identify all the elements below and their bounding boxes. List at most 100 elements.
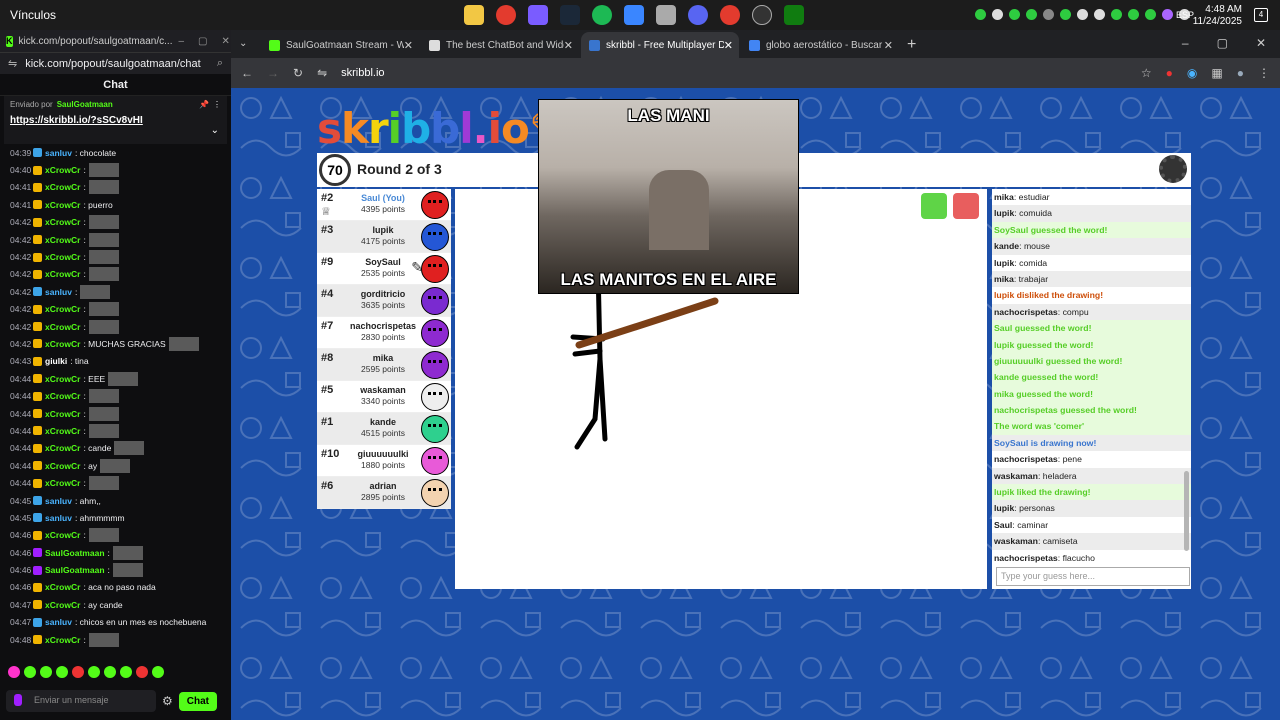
message-username[interactable]: sanluv xyxy=(45,148,72,158)
pinned-user[interactable]: SaulGoatmaan xyxy=(57,100,113,109)
extension-icon[interactable]: ● xyxy=(1166,66,1173,80)
message-username[interactable]: xCrowCr xyxy=(45,391,80,401)
extensions-icon[interactable]: ▦ xyxy=(1211,66,1222,80)
emote-bar[interactable] xyxy=(0,662,231,682)
discord-icon[interactable] xyxy=(688,5,708,25)
message-username[interactable]: SaulGoatmaan xyxy=(45,565,105,575)
player-row[interactable]: #1 kande 4515 points xyxy=(317,413,451,445)
message-username[interactable]: sanluv xyxy=(45,496,72,506)
xbox-icon[interactable] xyxy=(784,5,804,25)
thumbs-up-icon[interactable] xyxy=(921,193,947,219)
player-row[interactable]: #7 nachocrispetas 2830 points xyxy=(317,317,451,349)
vinculos-label[interactable]: Vínculos xyxy=(10,8,56,22)
language-indicator[interactable]: ESP xyxy=(1176,10,1194,20)
browser-tab[interactable]: skribbl - Free Multiplayer Draw✕ xyxy=(581,32,739,58)
player-row[interactable]: #2 Saul (You) 4395 points ♕ xyxy=(317,189,451,221)
url-text[interactable]: skribbl.io xyxy=(341,67,384,79)
message-username[interactable]: xCrowCr xyxy=(45,443,80,453)
message-username[interactable]: xCrowCr xyxy=(45,182,80,192)
message-input[interactable]: Enviar un mensaje xyxy=(6,690,156,712)
chrome-icon[interactable] xyxy=(496,5,516,25)
thumbs-down-icon[interactable] xyxy=(953,193,979,219)
new-tab-button[interactable]: + xyxy=(907,36,916,54)
message-username[interactable]: xCrowCr xyxy=(45,635,80,645)
message-username[interactable]: xCrowCr xyxy=(45,582,80,592)
chrome-active-icon[interactable] xyxy=(720,5,740,25)
close-icon[interactable]: ✕ xyxy=(222,36,230,47)
message-username[interactable]: sanluv xyxy=(45,617,72,627)
spotify-icon[interactable] xyxy=(592,5,612,25)
message-username[interactable]: xCrowCr xyxy=(45,409,80,419)
chat-scrollbar[interactable] xyxy=(1184,189,1189,559)
reload-icon[interactable]: ↻ xyxy=(293,66,303,80)
minimize-icon[interactable]: – xyxy=(178,36,184,47)
player-row[interactable]: #4 gorditricio 3635 points xyxy=(317,285,451,317)
message-username[interactable]: xCrowCr xyxy=(45,217,80,227)
close-icon[interactable]: ✕ xyxy=(1256,36,1266,50)
player-row[interactable]: #8 mika 2595 points xyxy=(317,349,451,381)
maximize-icon[interactable]: ▢ xyxy=(198,36,207,47)
message-username[interactable]: xCrowCr xyxy=(45,235,80,245)
browser-tab[interactable]: SaulGoatmaan Stream - W ✕ xyxy=(261,32,419,58)
chat-scroll-thumb[interactable] xyxy=(1184,471,1189,551)
message-username[interactable]: sanluv xyxy=(45,287,72,297)
site-info-icon[interactable]: ⇋ xyxy=(317,66,327,80)
guess-input[interactable]: Type your guess here... xyxy=(996,567,1190,586)
message-username[interactable]: xCrowCr xyxy=(45,252,80,262)
message-username[interactable]: xCrowCr xyxy=(45,426,80,436)
message-username[interactable]: sanluv xyxy=(45,513,72,523)
obs-icon[interactable] xyxy=(752,5,772,25)
browser-tab[interactable]: The best ChatBot and Widgets✕ xyxy=(421,32,579,58)
message-username[interactable]: giulki xyxy=(45,356,67,366)
back-icon[interactable]: ← xyxy=(241,66,253,80)
menu-icon[interactable]: ⋮ xyxy=(1258,66,1270,80)
mic-icon[interactable] xyxy=(14,694,22,706)
system-tray[interactable] xyxy=(975,9,1190,20)
message-username[interactable]: xCrowCr xyxy=(45,304,80,314)
message-username[interactable]: xCrowCr xyxy=(45,269,80,279)
player-row[interactable]: #9 SoySaul 2535 points ✎ xyxy=(317,253,451,285)
bookmark-star-icon[interactable]: ☆ xyxy=(1141,66,1152,80)
message-username[interactable]: xCrowCr xyxy=(45,200,80,210)
browser-tab[interactable]: globo aerostático - Buscar con✕ xyxy=(741,32,899,58)
settings-gear-icon[interactable] xyxy=(1159,155,1187,183)
tab-close-icon[interactable]: ✕ xyxy=(884,39,893,52)
tab-close-icon[interactable]: ✕ xyxy=(404,39,413,52)
store-icon[interactable] xyxy=(624,5,644,25)
pin-icon[interactable]: 📌 xyxy=(199,100,209,109)
extension-icon[interactable]: ◉ xyxy=(1187,66,1197,80)
search-icon[interactable]: ⌕ xyxy=(217,57,223,70)
notification-icon[interactable]: 4 xyxy=(1254,8,1268,22)
clock[interactable]: 4:48 AM 11/24/2025 xyxy=(1193,4,1242,28)
app-icon[interactable] xyxy=(656,5,676,25)
minimize-icon[interactable]: – xyxy=(1182,36,1189,50)
message-username[interactable]: xCrowCr xyxy=(45,165,80,175)
site-info-icon[interactable]: ⇋ xyxy=(8,57,17,70)
player-row[interactable]: #5 waskaman 3340 points xyxy=(317,381,451,413)
forward-icon[interactable]: → xyxy=(267,66,279,80)
profile-avatar-icon[interactable]: ● xyxy=(1237,66,1244,80)
chat-button[interactable]: Chat xyxy=(178,691,217,711)
steam-icon[interactable] xyxy=(560,5,580,25)
maximize-icon[interactable]: ▢ xyxy=(1217,36,1228,50)
chevron-down-icon[interactable]: ⌄ xyxy=(211,125,219,136)
message-username[interactable]: xCrowCr xyxy=(45,478,80,488)
message-username[interactable]: xCrowCr xyxy=(45,530,80,540)
tab-close-icon[interactable]: ✕ xyxy=(724,39,733,52)
message-username[interactable]: xCrowCr xyxy=(45,600,80,610)
copilot-icon[interactable] xyxy=(528,5,548,25)
popout-window-controls[interactable]: – ▢ ✕ xyxy=(178,36,229,47)
player-row[interactable]: #10 giuuuuuulki 1880 points xyxy=(317,445,451,477)
tab-search-icon[interactable]: ⌄ xyxy=(239,38,247,49)
file-explorer-icon[interactable] xyxy=(464,5,484,25)
message-username[interactable]: SaulGoatmaan xyxy=(45,548,105,558)
pinned-link[interactable]: https://skribbl.io/?sSCv8vHI xyxy=(10,115,221,126)
player-row[interactable]: #3 lupik 4175 points xyxy=(317,221,451,253)
player-row[interactable]: #6 adrian 2895 points xyxy=(317,477,451,509)
message-username[interactable]: xCrowCr xyxy=(45,374,80,384)
message-username[interactable]: xCrowCr xyxy=(45,339,80,349)
message-username[interactable]: xCrowCr xyxy=(45,322,80,332)
more-options-icon[interactable]: ⋮ xyxy=(213,100,221,109)
gear-icon[interactable]: ⚙ xyxy=(162,694,173,708)
tab-close-icon[interactable]: ✕ xyxy=(564,39,573,52)
